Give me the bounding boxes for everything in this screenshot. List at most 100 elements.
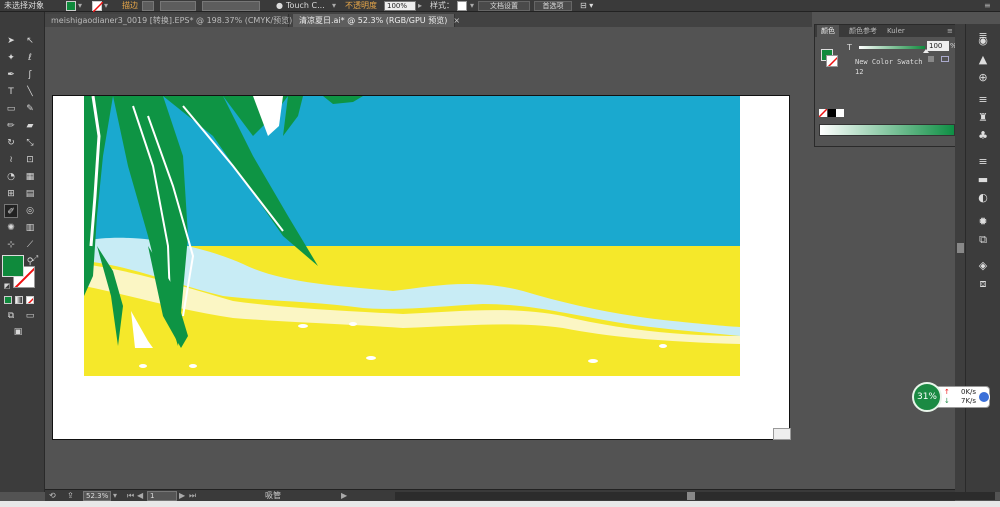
- doc-setup-button[interactable]: 文档设置: [478, 1, 530, 11]
- summer-beach-artwork[interactable]: [53, 96, 791, 441]
- opacity-input[interactable]: 100%: [384, 1, 416, 11]
- none-color-icon[interactable]: [819, 109, 827, 117]
- slice-icon[interactable]: ⟋: [23, 238, 37, 252]
- pen-tool-icon[interactable]: ✒: [4, 68, 18, 82]
- horizontal-scroll-thumb[interactable]: [687, 492, 695, 500]
- close-icon[interactable]: ×: [453, 16, 460, 25]
- screen-mode-icon[interactable]: ▭: [23, 309, 37, 323]
- accelerator-icon[interactable]: [978, 391, 990, 403]
- black-swatch[interactable]: [828, 109, 836, 117]
- chevron-down-icon[interactable]: ▾: [332, 0, 336, 12]
- tint-input[interactable]: 100: [927, 41, 949, 51]
- chevron-down-icon[interactable]: ▾: [470, 0, 474, 12]
- column-graph-icon[interactable]: ▥: [23, 221, 37, 235]
- draw-mode-icon[interactable]: ⧉: [4, 309, 18, 323]
- hamburger-icon[interactable]: ≡: [975, 92, 991, 108]
- artboard-corner-handle[interactable]: [773, 428, 791, 440]
- stroke-weight-stepper[interactable]: [142, 1, 154, 11]
- image-icon[interactable]: ▲: [975, 52, 991, 68]
- cpu-percent-badge[interactable]: 31%: [912, 382, 942, 412]
- canvas-area[interactable]: [46, 27, 812, 489]
- free-transform-icon[interactable]: ⊡: [23, 153, 37, 167]
- rotate-icon[interactable]: ↻: [4, 136, 18, 150]
- gradient-tool-icon[interactable]: ▤: [23, 187, 37, 201]
- chevron-right-icon[interactable]: ▸: [418, 0, 422, 12]
- page-input[interactable]: 1: [147, 491, 177, 501]
- status-bar: ⟲ ⇪ 52.3% ▾ ⏮ ◀ 1 ▶ ⏭ 吸管 ▶: [45, 489, 995, 501]
- stroke-label[interactable]: 描边: [122, 0, 138, 12]
- swap-arrows-icon[interactable]: ⤢: [28, 252, 42, 266]
- magic-wand-icon[interactable]: ✦: [4, 51, 18, 65]
- os-taskbar: [0, 501, 1000, 507]
- change-screen-icon[interactable]: ▣: [11, 325, 25, 339]
- line-tool-icon[interactable]: ╲: [23, 85, 37, 99]
- brush-name[interactable]: Touch C...: [286, 0, 325, 12]
- prefs-button[interactable]: 首选项: [534, 1, 572, 11]
- chevron-down-icon[interactable]: ▾: [104, 0, 108, 12]
- perspective-icon[interactable]: ▦: [23, 170, 37, 184]
- zoom-input[interactable]: 52.3%: [83, 491, 111, 501]
- style-swatch[interactable]: [457, 1, 467, 11]
- eraser-icon[interactable]: ▰: [23, 119, 37, 133]
- tint-slider[interactable]: [859, 46, 925, 49]
- mesh-icon[interactable]: ⊞: [4, 187, 18, 201]
- brush-icon[interactable]: ♜: [975, 110, 991, 126]
- color-wheel-icon[interactable]: ◉: [975, 33, 991, 49]
- scale-icon[interactable]: ⤡: [23, 136, 37, 150]
- horizontal-scrollbar[interactable]: [395, 492, 995, 500]
- curvature-icon[interactable]: ʃ: [23, 68, 37, 82]
- club-icon[interactable]: ♣: [975, 128, 991, 144]
- artboard-tool-icon[interactable]: ⊹: [4, 238, 18, 252]
- color-spectrum-bar[interactable]: [819, 124, 955, 136]
- color-panel: 颜色 颜色参考 Kuler ≡ T 100 % New Color Swatch…: [814, 24, 957, 147]
- lines-icon[interactable]: ≡: [975, 154, 991, 170]
- fill-color-front[interactable]: [2, 255, 24, 277]
- direct-selection-icon[interactable]: ↖: [23, 34, 37, 48]
- selection-tool-icon[interactable]: ➤: [4, 34, 18, 48]
- rectangle-tool-icon[interactable]: ▭: [4, 102, 18, 116]
- appearance-icon[interactable]: ◐: [975, 190, 991, 206]
- artboard-icon[interactable]: ⧉: [975, 232, 991, 248]
- paintbrush-icon[interactable]: ✎: [23, 102, 37, 116]
- gradient-icon[interactable]: ▬: [975, 172, 991, 188]
- tab-document-1[interactable]: meishigaodianer3_0019 [转换].EPS* @ 198.37…: [45, 14, 305, 27]
- lasso-icon[interactable]: ℓ: [23, 51, 37, 65]
- tab-document-2[interactable]: 清凉夏日.ai* @ 52.3% (RGB/GPU 预览) ×: [293, 14, 460, 27]
- type-tool-icon[interactable]: T: [4, 85, 18, 99]
- color-panel-tabs: 颜色 颜色参考 Kuler ≡: [815, 25, 957, 37]
- tab-color[interactable]: 颜色: [817, 25, 839, 37]
- vertical-scroll-thumb[interactable]: [957, 243, 964, 253]
- vertical-scrollbar[interactable]: [955, 24, 965, 492]
- web-safe-icon[interactable]: [941, 56, 949, 62]
- out-of-gamut-icon[interactable]: [928, 56, 934, 62]
- transform-icon[interactable]: ⧈: [975, 276, 991, 292]
- none-mode-icon[interactable]: [26, 296, 34, 304]
- style-label: 样式：: [430, 1, 454, 10]
- color-mode-icon[interactable]: [4, 296, 12, 304]
- warp-icon[interactable]: ≀: [4, 153, 18, 167]
- white-swatch[interactable]: [836, 109, 844, 117]
- stroke-swatch[interactable]: [92, 1, 103, 12]
- tab-color-guide[interactable]: 颜色参考: [845, 25, 881, 37]
- symbol-sprayer-icon[interactable]: ✺: [4, 221, 18, 235]
- eyedropper-icon[interactable]: ✐: [4, 204, 18, 218]
- graphic-style-icon[interactable]: ✹: [975, 214, 991, 230]
- layers-icon[interactable]: ◈: [975, 258, 991, 274]
- gradient-mode-icon[interactable]: [15, 296, 23, 304]
- panel-stroke-swatch[interactable]: [826, 55, 838, 67]
- arrange-icon[interactable]: ⊟ ▾: [580, 0, 593, 12]
- pencil-icon[interactable]: ✏: [4, 119, 18, 133]
- panel-menu-icon[interactable]: ≡: [984, 0, 991, 12]
- brush-definition-dropdown[interactable]: [202, 1, 260, 11]
- shape-builder-icon[interactable]: ◔: [4, 170, 18, 184]
- upload-speed: 0K/s: [961, 388, 977, 396]
- tab-kuler[interactable]: Kuler: [883, 25, 909, 37]
- variable-width-dropdown[interactable]: [160, 1, 196, 11]
- fill-swatch[interactable]: [66, 1, 76, 11]
- blend-icon[interactable]: ◎: [23, 204, 37, 218]
- default-colors-icon[interactable]: ◩: [0, 279, 14, 293]
- globe-icon[interactable]: ⊕: [975, 70, 991, 86]
- opacity-label[interactable]: 不透明度: [345, 0, 377, 12]
- artboard[interactable]: [52, 95, 791, 441]
- chevron-down-icon[interactable]: ▾: [78, 0, 82, 12]
